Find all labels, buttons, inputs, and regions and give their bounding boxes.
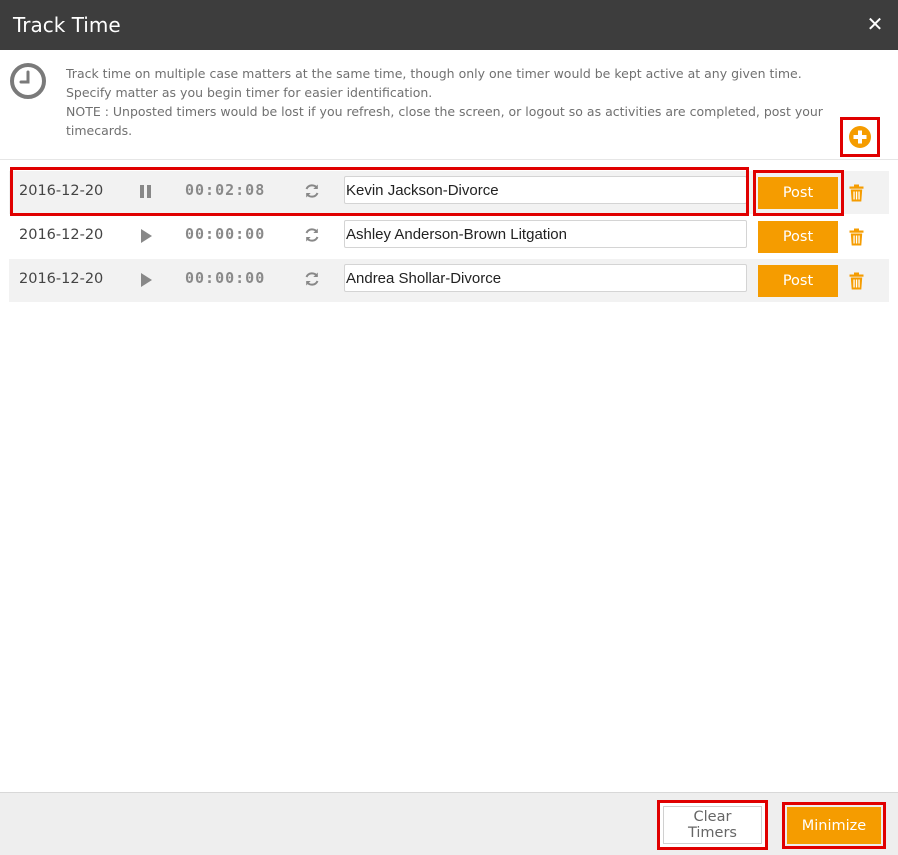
timer-date: 2016-12-20 [19,183,104,199]
play-icon[interactable] [137,227,155,245]
clear-timers-highlight: Clear Timers [657,800,768,850]
timer-row: 2016-12-20 00:02:08 Post [9,171,889,214]
add-timer-button[interactable] [840,117,880,157]
dialog-footer: Clear Timers Minimize [0,792,898,855]
trash-icon[interactable] [849,184,864,202]
reset-icon[interactable] [303,226,321,244]
timer-elapsed: 00:02:08 [185,181,266,199]
info-note: NOTE : Unposted timers would be lost if … [66,104,823,138]
info-description: Track time on multiple case matters at t… [66,66,802,100]
post-button[interactable]: Post [758,221,838,253]
timer-elapsed: 00:00:00 [185,269,266,287]
timer-date: 2016-12-20 [19,271,104,287]
minimize-highlight: Minimize [782,802,886,849]
matter-input[interactable] [344,220,747,248]
minimize-button[interactable]: Minimize [787,807,881,844]
play-icon[interactable] [137,271,155,289]
info-text: Track time on multiple case matters at t… [66,64,846,140]
dialog-title-bar: Track Time ✕ [0,0,898,50]
reset-icon[interactable] [303,270,321,288]
timer-elapsed: 00:00:00 [185,225,266,243]
dialog-title: Track Time [13,13,121,37]
clear-timers-button[interactable]: Clear Timers [663,806,762,844]
close-icon[interactable]: ✕ [866,14,884,34]
matter-input[interactable] [344,264,747,292]
info-panel: Track time on multiple case matters at t… [0,52,898,158]
clock-icon [10,63,46,99]
pause-icon[interactable] [137,183,155,201]
plus-circle-icon [849,126,871,148]
reset-icon[interactable] [303,182,321,200]
timer-row: 2016-12-20 00:00:00 Post [9,259,889,302]
matter-input[interactable] [344,176,747,204]
trash-icon[interactable] [849,272,864,290]
timer-date: 2016-12-20 [19,227,104,243]
post-button[interactable]: Post [758,265,838,297]
post-button[interactable]: Post [758,177,838,209]
timer-row: 2016-12-20 00:00:00 Post [9,215,889,258]
divider [0,159,898,160]
trash-icon[interactable] [849,228,864,246]
